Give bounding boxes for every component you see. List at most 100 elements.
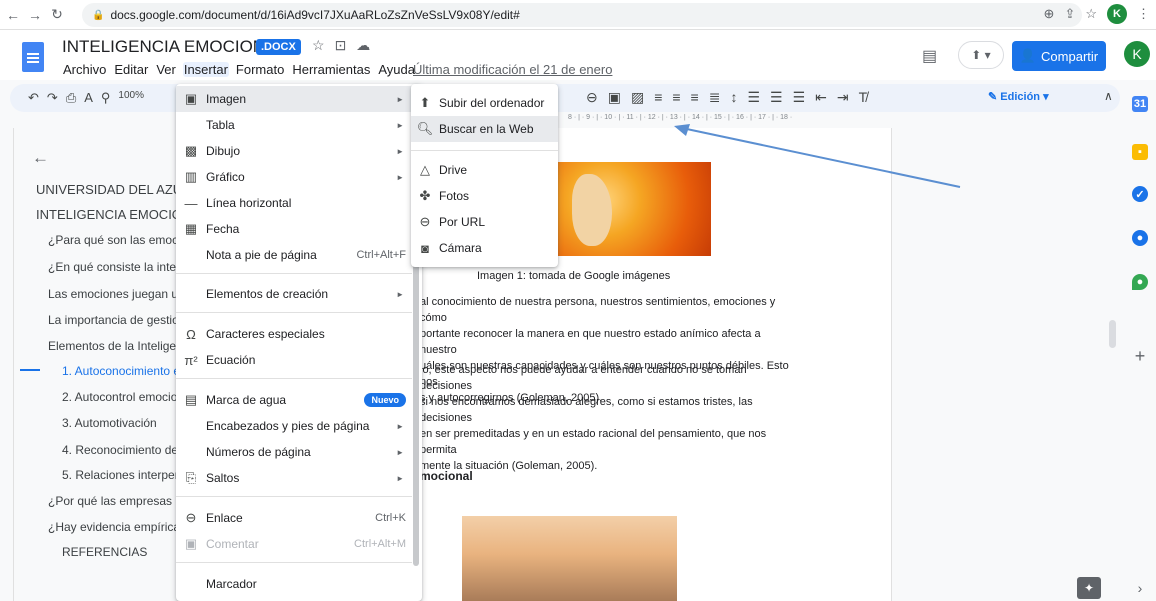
checklist-icon[interactable]: ☰ [747,89,760,106]
menu-item-date[interactable]: ▦ Fecha [176,216,422,242]
outline-item[interactable]: ¿Por qué las empresas necesitan [48,494,176,508]
menu-ayuda[interactable]: Ayuda [377,62,416,77]
menu-item-footnote[interactable]: Nota a pie de página Ctrl+Alt+F [176,242,422,268]
cloud-status-icon[interactable]: ☁ [356,37,370,54]
menu-item-drawing[interactable]: ▩ Dibujo ► [176,138,422,164]
outline-item[interactable]: ¿En qué consiste la inteligencia emocion… [48,260,176,274]
menu-item-bookmark[interactable]: Marcador [176,571,422,597]
bullet-list-icon[interactable]: ☰ [770,89,783,106]
outline-item[interactable]: 2. Autocontrol emocional [62,390,176,404]
collapse-menus-icon[interactable]: ∧ [1104,89,1113,103]
outline-item[interactable]: INTELIGENCIA EMOCIONAL [36,207,178,222]
submenu-item-photos[interactable]: ✤ Fotos [411,183,558,209]
clear-format-icon[interactable]: T̸ [859,89,868,106]
share-page-icon[interactable]: ⇪ [1064,6,1075,22]
forward-icon[interactable]: → [26,7,44,23]
outline-item-selected[interactable]: 1. Autoconocimiento emocional [62,364,176,378]
outline-item[interactable]: Elementos de la Inteligencia [48,339,176,353]
menu-item-special-chars[interactable]: Ω Caracteres especiales [176,321,422,347]
menu-item-chart[interactable]: ▥ Gráfico ► [176,164,422,190]
align-center-icon[interactable]: ≡ [672,89,680,106]
kebab-menu-icon[interactable]: ⋮ [1137,6,1150,22]
spellcheck-icon[interactable]: A [84,90,93,106]
menu-herramientas[interactable]: Herramientas [291,62,371,77]
outline-item[interactable]: 3. Automotivación [62,416,176,430]
submenu-item-camera[interactable]: ◙ Cámara [411,235,558,261]
line-spacing-icon[interactable]: ↕ [730,89,737,106]
menu-item-building-blocks[interactable]: Elementos de creación ► [176,281,422,307]
outline-item[interactable]: ¿Para qué son las emociones? [48,233,176,247]
align-right-icon[interactable]: ≡ [691,89,699,106]
star-icon[interactable]: ☆ [312,37,325,54]
menu-item-table[interactable]: Tabla ► [176,112,422,138]
doc-title[interactable]: INTELIGENCIA EMOCIONAL [62,37,286,57]
star-icon[interactable]: ☆ [1085,6,1097,22]
present-button[interactable]: ⬆ ▾ [958,41,1004,69]
move-folder-icon[interactable]: ⊡ [335,37,347,54]
account-avatar[interactable]: K [1124,41,1150,67]
tasks-icon[interactable]: ✓ [1132,186,1148,202]
print-icon[interactable]: ⎙ [66,90,76,106]
menu-insertar[interactable]: Insertar [182,62,229,77]
comment-icon[interactable]: ▣ [608,89,621,106]
expand-panel-icon[interactable]: › [1132,580,1148,596]
last-modified-link[interactable]: Última modificación el 21 de enero [413,62,612,77]
section-heading[interactable]: mocional [420,469,473,483]
decrease-indent-icon[interactable]: ⇤ [815,89,827,106]
zoom-icon[interactable]: ⊕ [1044,6,1055,22]
submenu-item-search-web[interactable]: 🔍︎ Buscar en la Web [411,116,558,142]
align-left-icon[interactable]: ≡ [654,89,662,106]
submenu-item-upload[interactable]: ⬆ Subir del ordenador [411,90,558,116]
outline-item[interactable]: REFERENCIAS [62,545,176,559]
menu-item-equation[interactable]: π² Ecuación [176,347,422,373]
browser-profile-avatar[interactable]: K [1107,4,1127,24]
menu-item-page-numbers[interactable]: Números de página ► [176,439,422,465]
outline-item[interactable]: 5. Relaciones interpersonales [62,468,176,482]
menu-archivo[interactable]: Archivo [62,62,107,77]
vertical-ruler[interactable] [0,128,14,601]
undo-icon[interactable]: ↶ [28,90,39,106]
explore-icon[interactable]: ✦ [1077,577,1101,599]
menu-item-horizontal-line[interactable]: — Línea horizontal [176,190,422,216]
comments-icon[interactable]: ▤ [922,46,937,66]
link-icon[interactable]: ⊖ [586,89,598,106]
menu-item-link[interactable]: ⊖ Enlace Ctrl+K [176,505,422,531]
editing-mode-select[interactable]: ✎ Edición ▾ [988,90,1049,103]
increase-indent-icon[interactable]: ⇥ [837,89,849,106]
sunset-image[interactable] [462,516,677,601]
share-button[interactable]: 👤 Compartir [1012,41,1106,71]
calendar-icon[interactable]: 31 [1132,96,1148,112]
justify-icon[interactable]: ≣ [709,89,721,106]
outline-item[interactable]: La importancia de gestionar [48,313,176,327]
zoom-select[interactable]: 100% [118,90,144,106]
submenu-item-drive[interactable]: △ Drive [411,157,558,183]
add-addon-icon[interactable]: + [1132,346,1148,366]
paragraph-2[interactable]: lo, este aspecto nos puede ayudar a ente… [420,362,800,474]
outline-close-icon[interactable]: ← [32,148,49,168]
numbered-list-icon[interactable]: ☰ [793,89,806,106]
address-bar[interactable]: 🔒 docs.google.com/document/d/16iAd9vcI7J… [82,3,1082,27]
menu-item-breaks[interactable]: ⎘ Saltos ► [176,465,422,491]
menu-item-headers-footers[interactable]: Encabezados y pies de página ► [176,413,422,439]
docs-logo-icon[interactable] [22,42,44,72]
outline-item[interactable]: Las emociones juegan un papel [48,287,176,301]
paint-format-icon[interactable]: ⚲ [101,90,111,106]
submenu-item-url[interactable]: ⊖ Por URL [411,209,558,235]
outline-item[interactable]: ¿Hay evidencia empírica de [48,520,176,534]
outline-item[interactable]: 4. Reconocimiento de emociones [62,443,176,457]
menu-item-watermark[interactable]: ▤ Marca de agua Nuevo [176,387,422,413]
maps-icon[interactable]: ● [1132,274,1148,290]
mask-image[interactable] [558,162,711,256]
menu-ver[interactable]: Ver [155,62,177,77]
keep-icon[interactable]: ▪ [1132,144,1148,160]
menu-formato[interactable]: Formato [235,62,285,77]
contacts-icon[interactable]: ● [1132,230,1148,246]
menu-item-image[interactable]: ▣ Imagen ► [176,86,422,112]
image-icon[interactable]: ▨ [631,89,644,106]
redo-icon[interactable]: ↷ [47,90,58,106]
document-scrollbar[interactable] [1109,320,1116,348]
reload-icon[interactable]: ↻ [48,6,66,23]
back-icon[interactable]: ← [4,7,22,23]
menu-editar[interactable]: Editar [113,62,149,77]
outline-item[interactable]: UNIVERSIDAD DEL AZUAY [36,182,178,197]
